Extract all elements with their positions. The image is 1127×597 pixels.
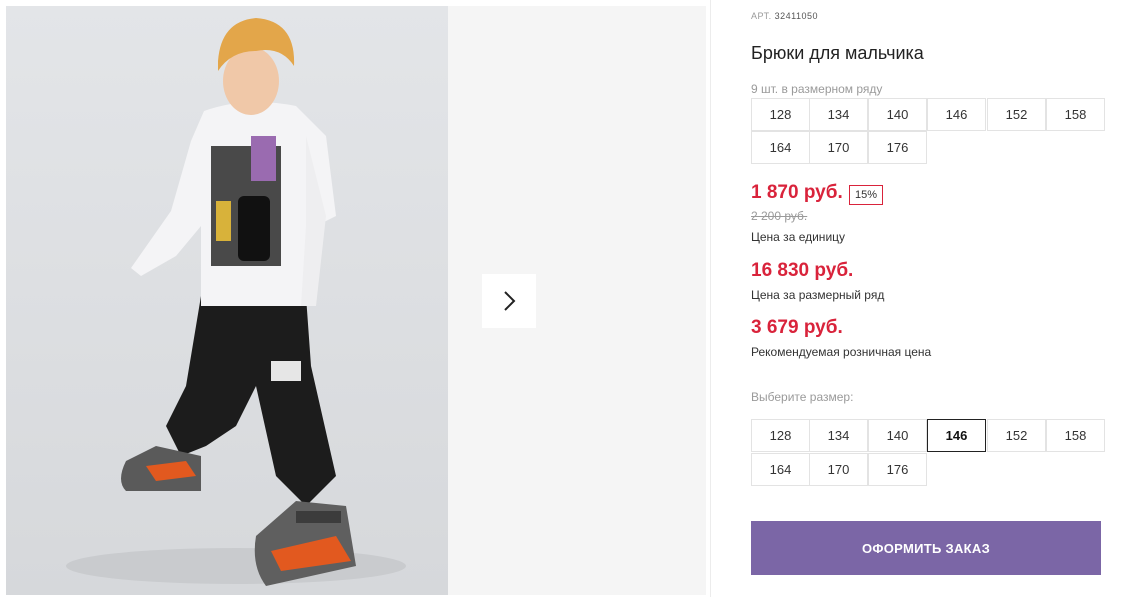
chevron-right-icon <box>504 291 516 311</box>
retail-price-label: Рекомендуемая розничная цена <box>751 345 932 359</box>
size-option-134[interactable]: 134 <box>809 419 868 452</box>
row-price: 16 830 руб. <box>751 260 854 281</box>
retail-price: 3 679 руб. <box>751 317 843 338</box>
product-gallery <box>6 6 706 595</box>
row-price-label: Цена за размерный ряд <box>751 288 885 302</box>
old-price: 2 200 руб. <box>751 209 808 223</box>
product-photo[interactable] <box>6 6 448 595</box>
panel-divider <box>710 0 711 597</box>
size-option-146[interactable]: 146 <box>927 419 986 452</box>
article-label: АРТ. <box>751 11 772 21</box>
size-option-152[interactable]: 152 <box>987 419 1046 452</box>
size-row-item: 128 <box>751 98 810 131</box>
gallery-next-button[interactable] <box>482 274 536 328</box>
article-number: АРТ. 32411050 <box>751 11 818 21</box>
order-button[interactable]: ОФОРМИТЬ ЗАКАЗ <box>751 521 1101 575</box>
size-row-item: 158 <box>1046 98 1105 131</box>
size-option-176[interactable]: 176 <box>868 453 927 486</box>
product-title: Брюки для мальчика <box>751 43 924 63</box>
row-count-note: 9 шт. в размерном ряду <box>751 82 883 96</box>
size-row-item: 152 <box>987 98 1046 131</box>
discount-badge: 15% <box>849 185 884 205</box>
article-value: 32411050 <box>774 11 818 21</box>
size-row-item: 170 <box>809 131 868 164</box>
size-option-158[interactable]: 158 <box>1046 419 1105 452</box>
unit-price-label: Цена за единицу <box>751 230 846 244</box>
size-row-item: 146 <box>927 98 986 131</box>
choose-size-label: Выберите размер: <box>751 390 854 404</box>
unit-price: 1 870 руб. <box>751 182 843 203</box>
size-row-item: 164 <box>751 131 810 164</box>
size-option-128[interactable]: 128 <box>751 419 810 452</box>
boy-illustration <box>66 18 406 586</box>
size-option-140[interactable]: 140 <box>868 419 927 452</box>
size-row-item: 176 <box>868 131 927 164</box>
size-row-item: 140 <box>868 98 927 131</box>
size-option-164[interactable]: 164 <box>751 453 810 486</box>
size-row-item: 134 <box>809 98 868 131</box>
size-option-170[interactable]: 170 <box>809 453 868 486</box>
